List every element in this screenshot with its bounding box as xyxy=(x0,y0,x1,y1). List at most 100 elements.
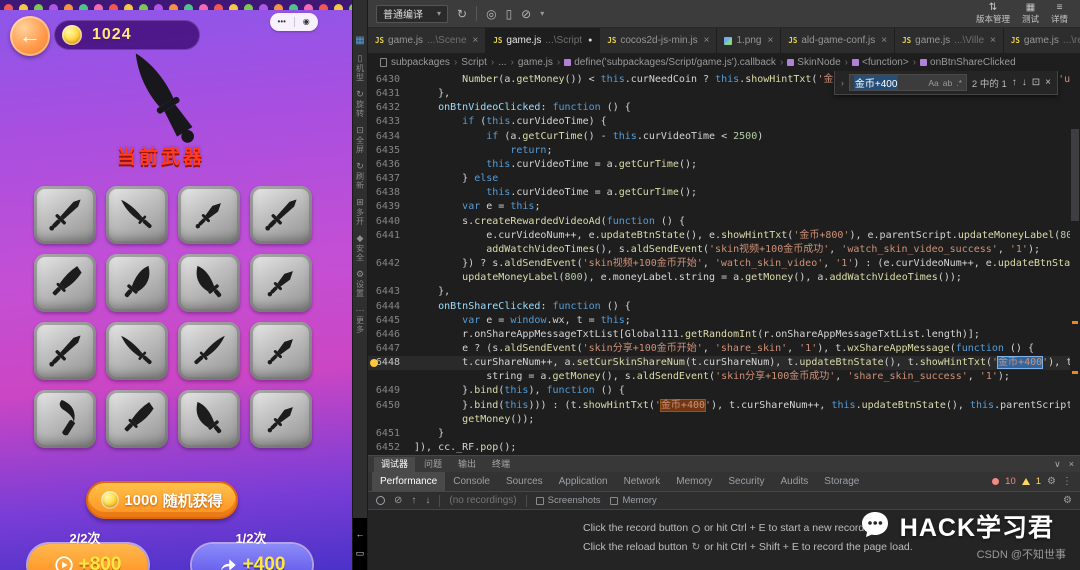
devtools-tab-network[interactable]: Network xyxy=(616,472,669,491)
code-line[interactable]: 6443 }, xyxy=(368,285,1070,299)
weapon-tile-sword[interactable] xyxy=(34,186,96,244)
clear-cache-button[interactable]: ⊘ xyxy=(521,8,531,20)
chevron-down-icon[interactable]: ▾ xyxy=(540,9,544,18)
code-line[interactable]: 6452]), cc._RF.pop(); xyxy=(368,441,1070,455)
version-button[interactable]: ⇅ 版本管理 xyxy=(976,2,1010,25)
editor-tab[interactable]: JS ald-game-conf.js × xyxy=(781,28,896,53)
code-line[interactable]: updateMoneyLabel(800), e.moneyLabel.stri… xyxy=(368,271,1070,285)
weapon-tile-dagger[interactable] xyxy=(250,322,312,380)
code-line[interactable]: 6449 }.bind(this), function () { xyxy=(368,384,1070,398)
editor-tab[interactable]: JS game.js ...\Script ● xyxy=(486,28,601,53)
code-line[interactable]: 6451 } xyxy=(368,427,1070,441)
breadcrumb-item[interactable]: subpackages xyxy=(391,57,450,68)
find-in-selection-icon[interactable]: ⊡ xyxy=(1032,77,1040,88)
code-area[interactable]: 6430 Number(a.getMoney()) < this.curNeed… xyxy=(368,73,1070,455)
scrollbar-thumb[interactable] xyxy=(1071,129,1079,221)
close-tab-icon[interactable]: × xyxy=(704,35,710,46)
more-options-icon[interactable]: ⋮ xyxy=(1062,476,1072,487)
remote-debug-button[interactable]: ▯ xyxy=(506,8,513,20)
load-profile-icon[interactable]: ↑ xyxy=(411,495,416,506)
code-line[interactable]: 6434 if (a.getCurTime() - this.curVideoT… xyxy=(368,130,1070,144)
panel-tab-2[interactable]: 输出 xyxy=(451,457,483,472)
multi-window-button[interactable]: ⊞ 多开 xyxy=(355,197,366,226)
screen-icon[interactable]: ▭ xyxy=(356,548,365,559)
recordings-dropdown[interactable]: (no recordings) xyxy=(449,495,516,506)
collapse-panel-icon[interactable]: ∨ xyxy=(1054,459,1061,470)
record-button[interactable] xyxy=(376,496,385,505)
share-reward-button[interactable]: +400 xyxy=(192,544,312,570)
more-menu-icon[interactable]: ••• xyxy=(270,13,294,31)
whole-word-icon[interactable]: ab xyxy=(943,78,952,88)
device-button[interactable]: ▯ 机型 xyxy=(355,53,366,82)
code-line[interactable]: 6442 }) ? s.aldSendEvent('skin视频+100金币开始… xyxy=(368,257,1070,271)
weapon-tile-karambit[interactable] xyxy=(34,390,96,448)
weapon-tile-katana[interactable] xyxy=(178,322,240,380)
preview-button[interactable]: ◎ xyxy=(486,8,496,20)
checkbox-memory[interactable]: Memory xyxy=(610,495,657,506)
close-find-icon[interactable]: × xyxy=(1045,77,1051,88)
weapon-tile-sword[interactable] xyxy=(34,322,96,380)
more-button[interactable]: ⋯ 更多 xyxy=(355,305,366,334)
devtools-tab-storage[interactable]: Storage xyxy=(816,472,867,491)
code-line[interactable]: 6444 onBtnShareClicked: function () { xyxy=(368,300,1070,314)
code-line[interactable]: 6445 var e = window.wx, t = this; xyxy=(368,314,1070,328)
devtools-tab-memory[interactable]: Memory xyxy=(668,472,720,491)
exit-icon[interactable]: ◉ xyxy=(295,13,319,31)
code-line[interactable]: 6438 this.curVideoTime = a.getCurTime(); xyxy=(368,186,1070,200)
devtools-tab-application[interactable]: Application xyxy=(551,472,616,491)
settings-gear-icon[interactable]: ⚙ xyxy=(1047,476,1056,487)
devtools-tab-console[interactable]: Console xyxy=(445,472,498,491)
menu-grid-button[interactable]: ▦ xyxy=(355,36,364,46)
breadcrumb-item[interactable]: define('subpackages/Script/game.js').cal… xyxy=(564,57,776,68)
code-line[interactable]: 6447 e ? (s.aldSendEvent('skin分享+100金币开始… xyxy=(368,342,1070,356)
test-button[interactable]: ▦ 测试 xyxy=(1022,2,1039,25)
code-line[interactable]: 6439 var e = this; xyxy=(368,200,1070,214)
back-nav-icon[interactable]: ← xyxy=(356,529,365,539)
close-tab-icon[interactable]: × xyxy=(990,35,996,46)
editor-scrollbar[interactable] xyxy=(1070,71,1080,455)
code-line[interactable]: 6450 }.bind(this))) : (t.showHintTxt('金币… xyxy=(368,398,1070,413)
fullscreen-button[interactable]: ⊡ 全屏 xyxy=(355,125,366,154)
code-line[interactable]: 6440 s.createRewardedVideoAd(function ()… xyxy=(368,215,1070,229)
panel-tab-1[interactable]: 问题 xyxy=(417,457,449,472)
breadcrumb-item[interactable]: SkinNode xyxy=(787,57,841,68)
watch-video-reward-button[interactable]: +800 xyxy=(28,544,148,570)
close-panel-icon[interactable]: × xyxy=(1069,459,1074,470)
capture-settings-gear-icon[interactable]: ⚙ xyxy=(1063,495,1072,506)
code-line[interactable]: 6436 this.curVideoTime = a.getCurTime(); xyxy=(368,158,1070,172)
weapon-tile-katana[interactable] xyxy=(106,322,168,380)
editor-tab[interactable]: 1.png × xyxy=(717,28,782,53)
match-case-icon[interactable]: Aa xyxy=(928,78,938,88)
code-line[interactable]: addWatchVideoTimes(), s.aldSendEvent('sk… xyxy=(368,243,1070,257)
panel-tab-3[interactable]: 终端 xyxy=(485,457,517,472)
back-button[interactable]: ← xyxy=(10,16,50,56)
editor-tab[interactable]: JS cocos2d-js-min.js × xyxy=(600,28,718,53)
weapon-tile-katana[interactable] xyxy=(106,186,168,244)
clear-icon[interactable]: ⊘ xyxy=(394,495,402,506)
weapon-tile-dagger[interactable] xyxy=(250,254,312,312)
weapon-tile-dagger[interactable] xyxy=(178,186,240,244)
weapon-tile-dagger[interactable] xyxy=(250,390,312,448)
editor-tab[interactable]: JS game.js ...\Ville × xyxy=(895,28,1004,53)
save-profile-icon[interactable]: ↓ xyxy=(425,495,430,506)
code-line[interactable]: 6448 t.curShareNum++, a.setCurSkinShareN… xyxy=(368,356,1070,371)
breadcrumb-item[interactable]: ... xyxy=(498,57,506,68)
rotate-button[interactable]: ↻ 旋转 xyxy=(355,89,366,118)
code-line[interactable]: 6433 if (this.curVideoTime) { xyxy=(368,115,1070,129)
compile-mode-select[interactable]: 普通编译 ▾ xyxy=(376,4,449,23)
regex-icon[interactable]: .* xyxy=(956,78,962,88)
code-editor[interactable]: 6430 Number(a.getMoney()) < this.curNeed… xyxy=(368,71,1080,455)
breadcrumb-item[interactable]: onBtnShareClicked xyxy=(920,57,1016,68)
breadcrumb-item[interactable]: game.js xyxy=(518,57,553,68)
devtools-tab-audits[interactable]: Audits xyxy=(773,472,817,491)
search-input[interactable]: 金币+400 Aa ab .* xyxy=(848,74,967,91)
breadcrumb-item[interactable]: Script xyxy=(461,57,487,68)
security-button[interactable]: ◆ 安全 xyxy=(355,233,366,262)
close-tab-icon[interactable]: × xyxy=(767,35,773,46)
weapon-tile-scimitar[interactable] xyxy=(106,254,168,312)
weapon-tile-machete[interactable] xyxy=(34,254,96,312)
editor-tab[interactable]: JSgame.js...\res× xyxy=(1003,28,1080,53)
code-line[interactable]: 6437 } else xyxy=(368,172,1070,186)
error-count[interactable]: 10 xyxy=(1005,476,1016,487)
close-tab-icon[interactable]: × xyxy=(881,35,887,46)
